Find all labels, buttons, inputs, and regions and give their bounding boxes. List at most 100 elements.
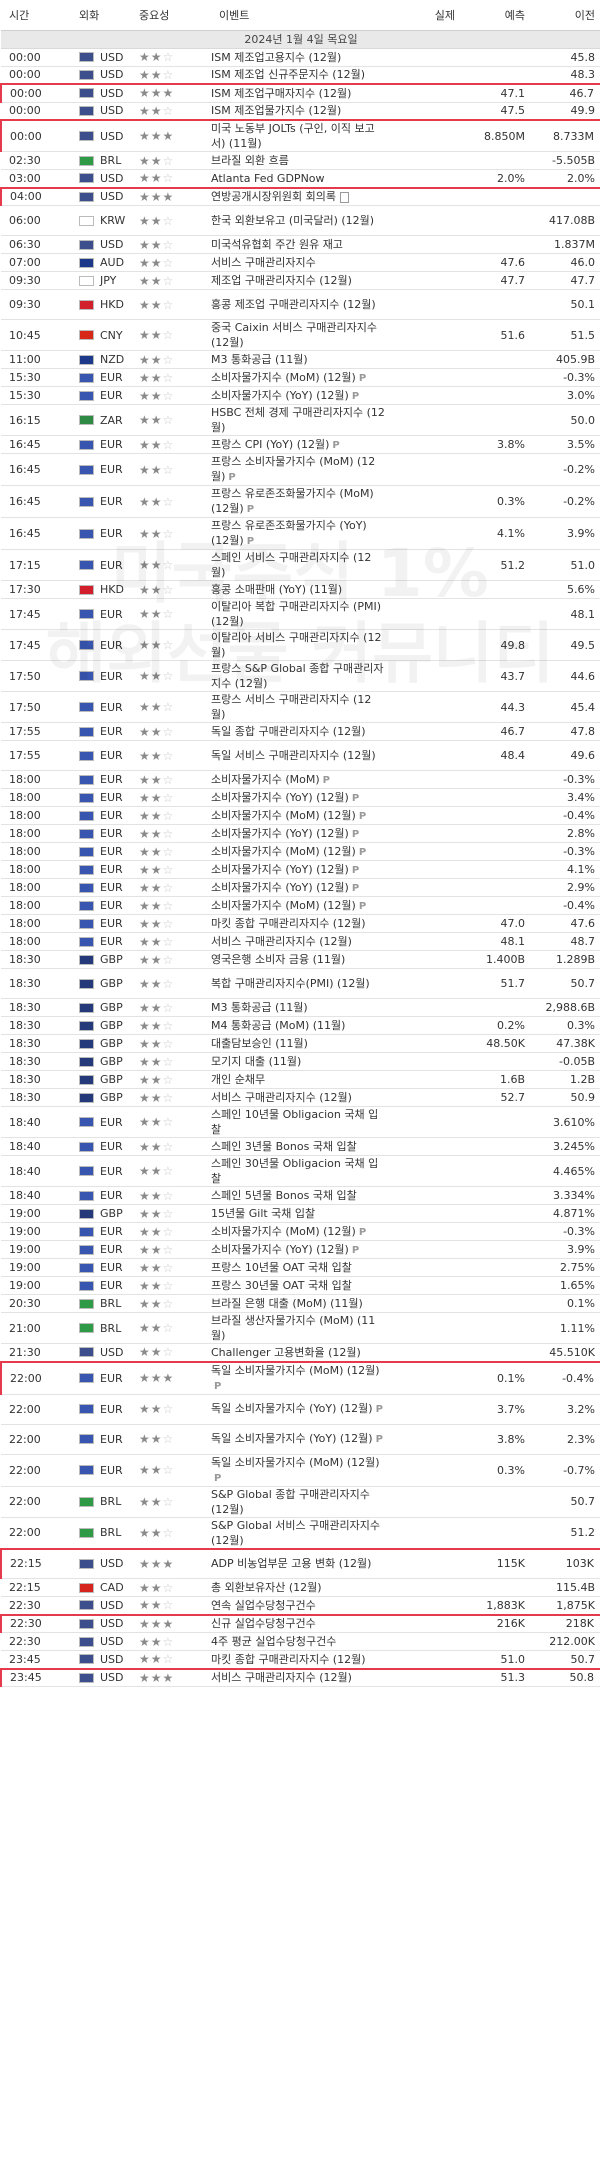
event-name[interactable]: 대출담보승인 (11월) — [211, 1037, 308, 1050]
event-name-cell[interactable]: 서비스 구매관리자지수 (12월) — [211, 932, 389, 951]
event-name[interactable]: 소비자물가지수 (YoY) (12월) — [211, 1243, 349, 1256]
event-name-cell[interactable]: 독일 소비자물가지수 (MoM) (12월) P — [211, 1360, 389, 1395]
event-name[interactable]: 프랑스 10년물 OAT 국채 입찰 — [211, 1261, 352, 1274]
event-row[interactable]: 18:30 GBP ★★☆ 서비스 구매관리자지수 (12월) 52.7 50.9 — [1, 1088, 600, 1107]
event-row[interactable]: 19:00 EUR ★★☆ 프랑스 10년물 OAT 국채 입찰 2.75% — [1, 1258, 600, 1277]
event-row[interactable]: 18:40 EUR ★★☆ 스페인 3년물 Bonos 국채 입찰 3.245% — [1, 1137, 600, 1156]
event-name[interactable]: 독일 소비자물가지수 (MoM) (12월) — [211, 1364, 380, 1377]
event-name-cell[interactable]: 영국은행 소비자 금융 (11월) — [211, 950, 389, 969]
event-name[interactable]: ISM 제조업물가지수 (12월) — [211, 104, 341, 117]
event-name[interactable]: 스페인 5년물 Bonos 국채 입찰 — [211, 1189, 357, 1202]
event-row[interactable]: 18:00 EUR ★★☆ 소비자물가지수 (YoY) (12월) P 3.4% — [1, 788, 600, 807]
event-name[interactable]: 영국은행 소비자 금융 (11월) — [211, 953, 345, 966]
event-name[interactable]: 프랑스 유로존조화물가지수 (MoM) (12월) — [211, 487, 374, 515]
event-name-cell[interactable]: 한국 외환보유고 (미국달러) (12월) — [211, 205, 389, 236]
event-row[interactable]: 18:40 EUR ★★☆ 스페인 5년물 Bonos 국채 입찰 3.334% — [1, 1186, 600, 1205]
event-name[interactable]: 홍콩 소매판매 (YoY) (11월) — [211, 583, 342, 596]
event-row[interactable]: 02:30 BRL ★★☆ 브라질 외환 흐름 -5.505B — [1, 151, 600, 170]
event-name-cell[interactable]: 독일 서비스 구매관리자지수 (12월) — [211, 740, 389, 771]
event-name[interactable]: 중국 Caixin 서비스 구매관리자지수 (12월) — [211, 321, 377, 349]
event-name[interactable]: 독일 소비자물가지수 (YoY) (12월) — [211, 1432, 373, 1445]
event-row[interactable]: 17:15 EUR ★★☆ 스페인 서비스 구매관리자지수 (12월) 51.2 51.0 — [1, 549, 600, 581]
event-row[interactable]: 18:00 EUR ★★☆ 소비자물가지수 (MoM) (12월) P -0.4% — [1, 806, 600, 825]
event-name[interactable]: 복합 구매관리자지수(PMI) (12월) — [211, 977, 370, 990]
event-row[interactable]: 06:00 KRW ★★☆ 한국 외환보유고 (미국달러) (12월) 417.08B — [1, 205, 600, 236]
event-name[interactable]: 프랑스 30년물 OAT 국채 입찰 — [211, 1279, 352, 1292]
event-name-cell[interactable]: 프랑스 유로존조화물가지수 (YoY) (12월) P — [211, 517, 389, 550]
event-row[interactable]: 18:30 GBP ★★☆ 영국은행 소비자 금융 (11월) 1.400B 1.289B — [1, 950, 600, 969]
event-name[interactable]: 마킷 종합 구매관리자지수 (12월) — [211, 917, 366, 930]
header-time[interactable]: 시간 — [1, 0, 71, 31]
event-name[interactable]: 소비자물가지수 (YoY) (12월) — [211, 389, 349, 402]
event-name-cell[interactable]: 소비자물가지수 (MoM) (12월) P — [211, 842, 389, 861]
event-row[interactable]: 18:40 EUR ★★☆ 스페인 30년물 Obligacion 국채 입찰 4.46… — [1, 1155, 600, 1187]
event-row[interactable]: 19:00 EUR ★★☆ 프랑스 30년물 OAT 국채 입찰 1.65% — [1, 1276, 600, 1295]
event-row[interactable]: 18:30 GBP ★★☆ 개인 순채무 1.6B 1.2B — [1, 1070, 600, 1089]
event-name-cell[interactable]: 이탈리아 서비스 구매관리자지수 (12월) — [211, 629, 389, 661]
event-name[interactable]: 서비스 구매관리자지수 — [211, 256, 316, 269]
event-row[interactable]: 03:00 USD ★★☆ Atlanta Fed GDPNow 2.0% 2.0% — [1, 169, 600, 188]
event-name-cell[interactable]: 프랑스 CPI (YoY) (12월) P — [211, 435, 389, 454]
event-name-cell[interactable]: 서비스 구매관리자지수 (12월) — [211, 1088, 389, 1107]
event-name-cell[interactable]: 개인 순채무 — [211, 1070, 389, 1089]
event-name[interactable]: 독일 서비스 구매관리자지수 (12월) — [211, 749, 376, 762]
document-icon[interactable] — [339, 191, 349, 203]
event-name-cell[interactable]: 제조업 구매관리자지수 (12월) — [211, 271, 389, 290]
event-name-cell[interactable]: 대출담보승인 (11월) — [211, 1034, 389, 1053]
event-row[interactable]: 18:00 EUR ★★☆ 서비스 구매관리자지수 (12월) 48.1 48.7 — [1, 932, 600, 951]
event-name-cell[interactable]: 홍콩 소매판매 (YoY) (11월) — [211, 580, 389, 599]
event-name[interactable]: 총 외환보유자산 (12월) — [211, 1581, 322, 1594]
event-row[interactable]: 22:00 EUR ★★★ 독일 소비자물가지수 (MoM) (12월)P 0.1% -0… — [0, 1360, 600, 1395]
event-name-cell[interactable]: 소비자물가지수 (YoY) (12월) P — [211, 860, 389, 879]
event-name[interactable]: ADP 비농업부문 고용 변화 (12월) — [211, 1557, 371, 1570]
event-name-cell[interactable]: HSBC 전체 경제 구매관리자지수 (12월) — [211, 404, 389, 436]
event-name-cell[interactable]: 소비자물가지수 (YoY) (12월) P — [211, 878, 389, 897]
event-row[interactable]: 18:00 EUR ★★☆ 마킷 종합 구매관리자지수 (12월) 47.0 47.6 — [1, 914, 600, 933]
event-name-cell[interactable]: 독일 소비자물가지수 (YoY) (12월) P — [211, 1394, 389, 1425]
event-name-cell[interactable]: ISM 제조업 신규주문지수 (12월) — [211, 66, 389, 85]
event-name[interactable]: HSBC 전체 경제 구매관리자지수 (12월) — [211, 406, 385, 434]
event-row[interactable]: 19:00 GBP ★★☆ 15년물 Gilt 국채 입찰 4.871% — [1, 1204, 600, 1223]
event-row[interactable]: 09:30 JPY ★★☆ 제조업 구매관리자지수 (12월) 47.7 47.7 — [1, 271, 600, 290]
event-name-cell[interactable]: ISM 제조업물가지수 (12월) — [211, 102, 389, 121]
event-row[interactable]: 00:00 USD ★★★ 미국 노동부 JOLTs (구인, 이직 보고서) (11… — [0, 119, 600, 152]
event-name[interactable]: 홍콩 제조업 구매관리자지수 (12월) — [211, 298, 376, 311]
event-row[interactable]: 22:00 EUR ★★☆ 독일 소비자물가지수 (YoY) (12월) P 3.8% 2.… — [1, 1424, 600, 1455]
event-row[interactable]: 18:30 GBP ★★☆ M3 통화공급 (11월) 2,988.6B — [1, 998, 600, 1017]
event-name-cell[interactable]: 소비자물가지수 (MoM) P — [211, 770, 389, 789]
event-name-cell[interactable]: Challenger 고용변화율 (12월) — [211, 1343, 389, 1362]
event-row[interactable]: 16:15 ZAR ★★☆ HSBC 전체 경제 구매관리자지수 (12월) 50.0 — [1, 404, 600, 436]
event-name-cell[interactable]: 소비자물가지수 (YoY) (12월) P — [211, 788, 389, 807]
event-name[interactable]: 소비자물가지수 (MoM) (12월) — [211, 1225, 356, 1238]
event-name-cell[interactable]: 서비스 구매관리자지수 (12월) — [211, 1667, 389, 1687]
event-name-cell[interactable]: 4주 평균 실업수당청구건수 — [211, 1632, 389, 1651]
event-name-cell[interactable]: 프랑스 유로존조화물가지수 (MoM) (12월) P — [211, 485, 389, 518]
event-name[interactable]: 15년물 Gilt 국채 입찰 — [211, 1207, 315, 1220]
event-name[interactable]: S&P Global 서비스 구매관리자지수 (12월) — [211, 1519, 380, 1547]
event-row[interactable]: 17:55 EUR ★★☆ 독일 종합 구매관리자지수 (12월) 46.7 47.8 — [1, 722, 600, 741]
event-name-cell[interactable]: 마킷 종합 구매관리자지수 (12월) — [211, 914, 389, 933]
header-actual[interactable]: 실제 — [389, 0, 461, 31]
event-name[interactable]: 소비자물가지수 (YoY) (12월) — [211, 827, 349, 840]
event-row[interactable]: 00:00 USD ★★☆ ISM 제조업고용지수 (12월) 45.8 — [1, 48, 600, 67]
event-name[interactable]: 소비자물가지수 (MoM) — [211, 773, 320, 786]
event-name-cell[interactable]: 스페인 30년물 Obligacion 국채 입찰 — [211, 1155, 389, 1187]
event-name-cell[interactable]: 홍콩 제조업 구매관리자지수 (12월) — [211, 289, 389, 320]
event-row[interactable]: 00:00 USD ★★☆ ISM 제조업 신규주문지수 (12월) 48.3 — [1, 66, 600, 85]
event-name-cell[interactable]: 프랑스 서비스 구매관리자지수 (12월) — [211, 691, 389, 723]
event-name[interactable]: Challenger 고용변화율 (12월) — [211, 1346, 361, 1359]
event-name-cell[interactable]: 브라질 외환 흐름 — [211, 151, 389, 170]
event-name-cell[interactable]: 서비스 구매관리자지수 — [211, 253, 389, 272]
event-name[interactable]: 소비자물가지수 (MoM) (12월) — [211, 809, 356, 822]
event-row[interactable]: 16:45 EUR ★★☆ 프랑스 CPI (YoY) (12월) P 3.8% 3.5% — [1, 435, 600, 454]
event-row[interactable]: 18:00 EUR ★★☆ 소비자물가지수 (MoM) P -0.3% — [1, 770, 600, 789]
header-forecast[interactable]: 예측 — [461, 0, 531, 31]
event-row[interactable]: 18:30 GBP ★★☆ 모기지 대출 (11월) -0.05B — [1, 1052, 600, 1071]
event-name-cell[interactable]: 신규 실업수당청구건수 — [211, 1613, 389, 1633]
event-name[interactable]: 이탈리아 서비스 구매관리자지수 (12월) — [211, 631, 381, 659]
event-name[interactable]: 소비자물가지수 (MoM) (12월) — [211, 845, 356, 858]
event-name-cell[interactable]: 소비자물가지수 (MoM) (12월) P — [211, 1222, 389, 1241]
event-row[interactable]: 18:00 EUR ★★☆ 소비자물가지수 (YoY) (12월) P 2.9% — [1, 878, 600, 897]
header-currency[interactable]: 외화 — [71, 0, 131, 31]
event-name-cell[interactable]: 복합 구매관리자지수(PMI) (12월) — [211, 968, 389, 999]
